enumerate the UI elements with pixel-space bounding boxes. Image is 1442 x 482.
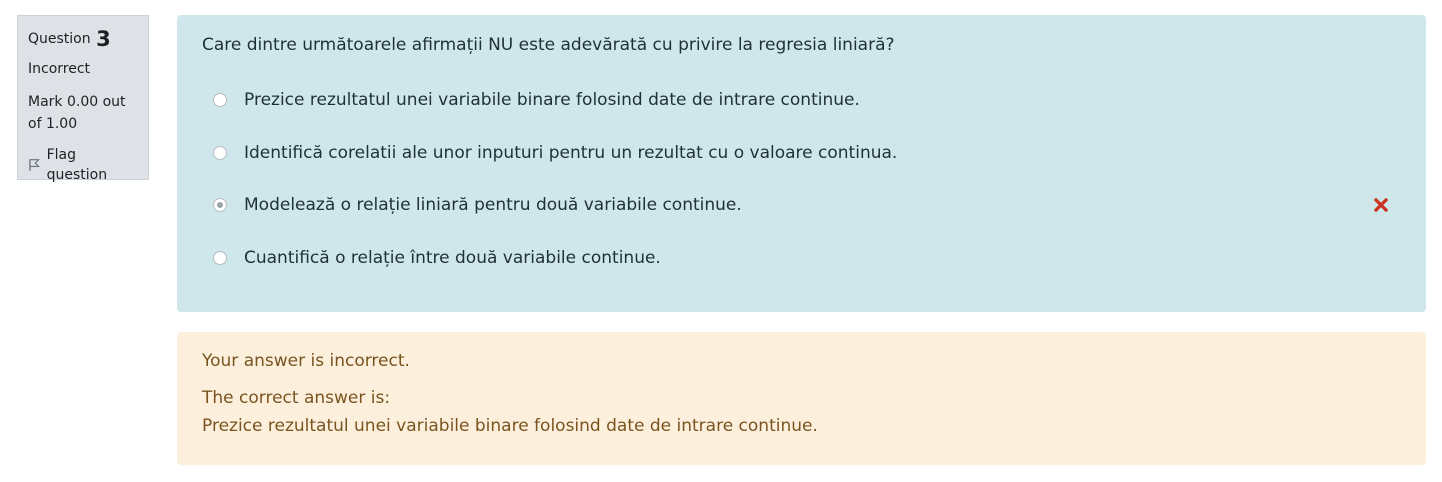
flag-question-label: Flag question (46, 147, 108, 183)
flag-icon (29, 159, 40, 171)
answer-label[interactable]: Modelează o relație liniară pentru două … (244, 195, 742, 215)
question-info-panel: Question 3 Incorrect Mark 0.00 out of 1.… (17, 15, 149, 183)
answer-radio-selected[interactable] (213, 198, 227, 212)
feedback-panel: Your answer is incorrect. The correct an… (177, 332, 1426, 465)
correct-answer-text: Prezice rezultatul unei variabile binare… (202, 416, 818, 436)
question-grade: Mark 0.00 out of 1.00 (28, 94, 126, 132)
question-number-value: 3 (96, 27, 111, 51)
question-state: Incorrect (28, 61, 91, 77)
answer-option[interactable]: Modelează o relație liniară pentru două … (177, 190, 1426, 220)
answer-option[interactable]: Prezice rezultatul unei variabile binare… (177, 85, 1426, 115)
question-text: Care dintre următoarele afirmații NU est… (202, 35, 895, 55)
answer-label[interactable]: Cuantifică o relație între două variabil… (244, 248, 661, 268)
answer-option[interactable]: Cuantifică o relație între două variabil… (177, 243, 1426, 273)
feedback-result: Your answer is incorrect. (202, 351, 410, 371)
answer-radio[interactable] (213, 146, 227, 160)
answer-radio[interactable] (213, 93, 227, 107)
answer-option[interactable]: Identifică corelatii ale unor inputuri p… (177, 138, 1426, 168)
correct-answer-label: The correct answer is: (202, 388, 391, 408)
flag-question-button[interactable]: Flag question (28, 145, 138, 185)
incorrect-x-icon (1374, 198, 1388, 212)
answer-label[interactable]: Identifică corelatii ale unor inputuri p… (244, 143, 897, 163)
question-number: Question 3 (28, 26, 138, 54)
answer-radio[interactable] (213, 251, 227, 265)
answer-label[interactable]: Prezice rezultatul unei variabile binare… (244, 90, 860, 110)
question-formulation: Care dintre următoarele afirmații NU est… (177, 15, 1426, 312)
question-label: Question (28, 31, 91, 47)
